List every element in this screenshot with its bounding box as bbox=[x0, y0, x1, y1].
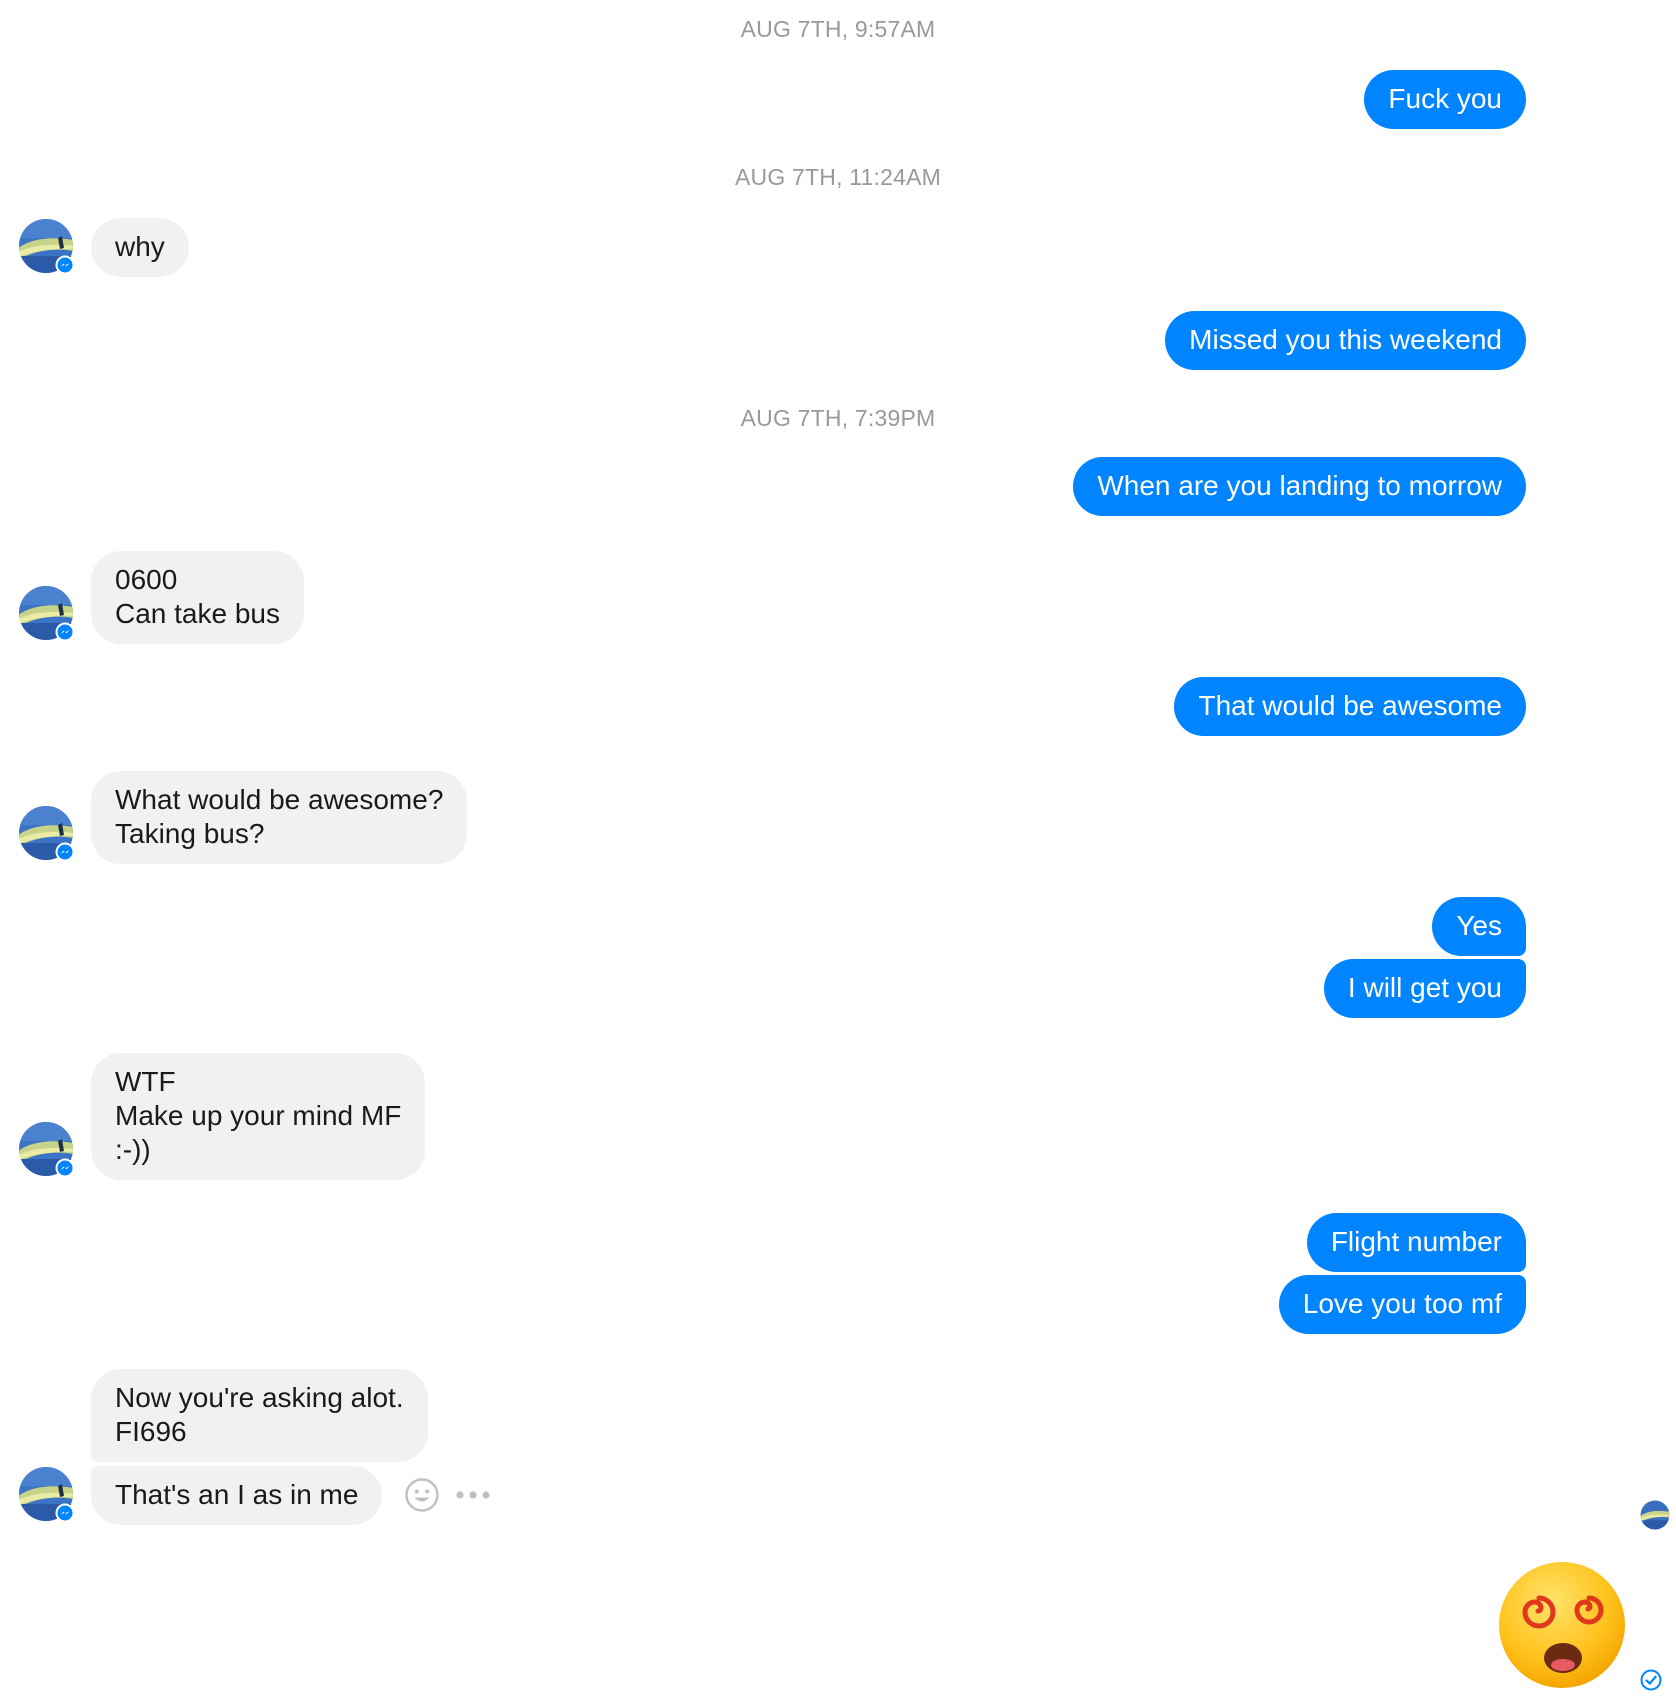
messenger-badge-icon bbox=[55, 842, 75, 862]
smiley-icon[interactable] bbox=[404, 1477, 440, 1513]
timestamp: AUG 7TH, 7:39PM bbox=[740, 405, 936, 431]
dizzy-face-emoji bbox=[1497, 1560, 1627, 1690]
incoming-message[interactable]: WTF Make up your mind MF :-)) bbox=[91, 1053, 426, 1180]
messenger-badge-icon bbox=[55, 255, 75, 275]
timestamp: AUG 7TH, 9:57AM bbox=[740, 16, 936, 42]
outgoing-message[interactable]: Love you too mf bbox=[1278, 1275, 1526, 1334]
outgoing-message[interactable]: I will get you bbox=[1323, 959, 1526, 1018]
delivered-check-icon bbox=[1640, 1669, 1662, 1691]
outgoing-message[interactable]: Flight number bbox=[1306, 1213, 1526, 1272]
outgoing-message[interactable]: Missed you this weekend bbox=[1165, 311, 1526, 370]
messenger-badge-icon bbox=[55, 1503, 75, 1523]
more-dots-icon[interactable] bbox=[455, 1487, 491, 1503]
conversation-thread: AUG 7TH, 9:57AM AUG 7TH, 11:24AM AUG 7TH… bbox=[0, 0, 1676, 1708]
contact-avatar[interactable] bbox=[18, 1466, 75, 1523]
incoming-message[interactable]: 0600 Can take bus bbox=[91, 551, 304, 644]
contact-avatar[interactable] bbox=[18, 218, 75, 275]
timestamp: AUG 7TH, 11:24AM bbox=[734, 164, 941, 190]
messenger-badge-icon bbox=[55, 1158, 75, 1178]
contact-avatar[interactable] bbox=[18, 1121, 75, 1178]
incoming-message[interactable]: Now you're asking alot. FI696 bbox=[91, 1369, 428, 1462]
outgoing-message[interactable]: When are you landing to morrow bbox=[1073, 457, 1526, 516]
incoming-message[interactable]: why bbox=[91, 218, 189, 277]
contact-avatar[interactable] bbox=[18, 805, 75, 862]
outgoing-message[interactable]: Fuck you bbox=[1364, 70, 1526, 129]
messenger-badge-icon bbox=[55, 622, 75, 642]
incoming-message[interactable]: That's an I as in me bbox=[91, 1466, 383, 1525]
seen-avatar bbox=[1640, 1500, 1670, 1530]
outgoing-message[interactable]: Yes bbox=[1432, 897, 1526, 956]
outgoing-message[interactable]: That would be awesome bbox=[1174, 677, 1526, 736]
incoming-message[interactable]: What would be awesome? Taking bus? bbox=[91, 771, 468, 864]
contact-avatar[interactable] bbox=[18, 585, 75, 642]
